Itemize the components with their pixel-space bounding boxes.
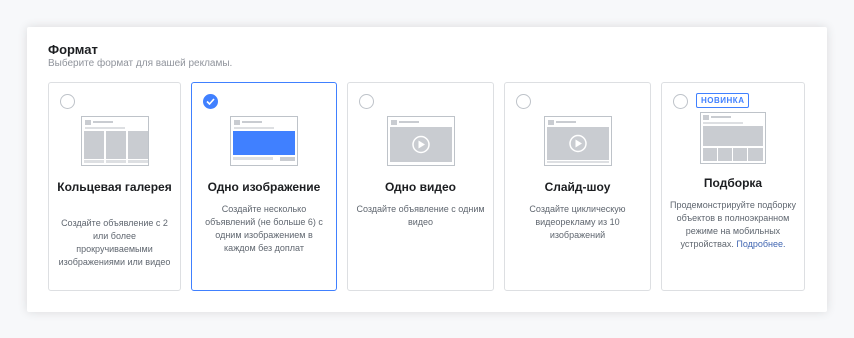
single-video-radio[interactable] [359,94,374,109]
card-title: Подборка [703,176,763,190]
learn-more-link[interactable]: Подробнее. [736,239,785,249]
card-description: Продемонстрируйте подборку объектов в по… [670,199,796,251]
single-image-preview-icon [230,116,298,166]
card-description: Создайте объявление с 2 или более прокру… [58,218,171,267]
card-title: Одно изображение [207,180,321,194]
carousel-preview-icon [80,116,149,166]
format-card-single-image[interactable]: Одно изображение Создайте несколько объя… [191,82,337,291]
card-description: Создайте несколько объявлений (не больше… [205,204,323,253]
format-card-carousel[interactable]: Кольцевая галерея Создайте объявление с … [48,82,181,291]
new-badge: НОВИНКА [696,93,750,108]
section-title: Формат [48,42,98,57]
section-subtitle: Выберите формат для вашей рекламы. [48,58,233,69]
single-image-radio[interactable] [203,94,218,109]
collection-preview-icon [700,112,766,164]
checkmark-icon [206,98,215,105]
video-preview-icon [386,116,455,166]
format-card-slideshow[interactable]: Слайд-шоу Создайте циклическую видеорекл… [504,82,651,291]
card-title: Слайд-шоу [544,180,611,194]
card-description: Создайте объявление с одним видео [356,204,485,227]
card-title: Одно видео [385,180,456,194]
slideshow-radio[interactable] [516,94,531,109]
slideshow-preview-icon [543,116,612,166]
collection-radio[interactable] [673,94,688,109]
card-title: Кольцевая галерея [57,180,172,194]
card-description: Создайте циклическую видеорекламу из 10 … [529,204,626,240]
carousel-radio[interactable] [60,94,75,109]
format-panel: Формат Выберите формат для вашей рекламы… [27,27,827,312]
format-card-collection[interactable]: НОВИНКА Подборка Продемонстрируйте подбо… [661,82,805,291]
format-card-single-video[interactable]: Одно видео Создайте объявление с одним в… [347,82,494,291]
